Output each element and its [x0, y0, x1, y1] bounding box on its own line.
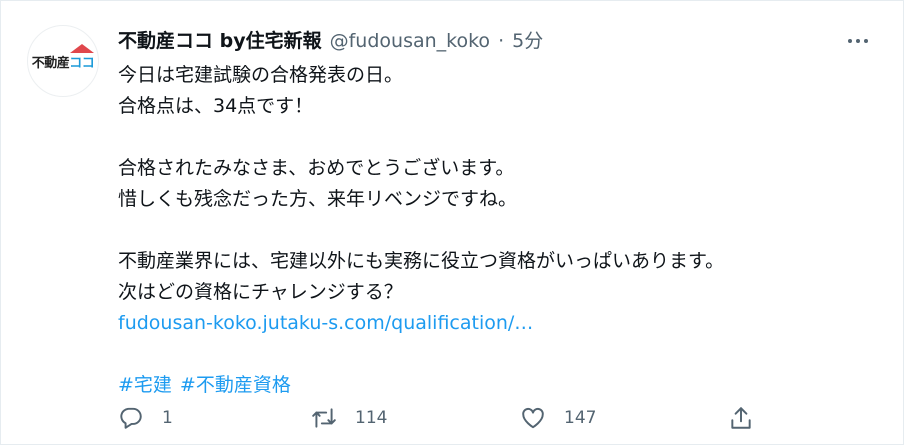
tweet-link[interactable]: fudousan-koko.jutaku-s.com/qualification… — [118, 312, 533, 334]
share-icon — [731, 407, 751, 429]
reply-count: 1 — [162, 408, 173, 428]
retweet-button[interactable]: 114 — [311, 405, 387, 431]
logo-text-a: 不動産 — [31, 55, 70, 71]
separator: · — [498, 30, 505, 52]
heart-icon — [522, 407, 544, 429]
more-options-button[interactable] — [843, 27, 873, 55]
tweet-header: 不動産ココ by住宅新報 @fudousan_koko · 5分 — [118, 27, 543, 55]
action-bar: 1 114 147 — [118, 405, 758, 437]
share-button[interactable] — [728, 405, 754, 431]
tweet-card[interactable]: 不動産 ココ 不動産ココ by住宅新報 @fudousan_koko · 5分 … — [0, 0, 904, 445]
more-icon — [848, 39, 852, 43]
reply-icon — [120, 407, 142, 429]
tweet-line: 合格点は、34点です！ — [118, 95, 314, 117]
tweet-line: 今日は宅建試験の合格発表の日。 — [118, 64, 404, 86]
tweet-text: 今日は宅建試験の合格発表の日。 合格点は、34点です！ 合格されたみなさま、おめ… — [118, 60, 878, 401]
tweet-line: 次はどの資格にチャレンジする？ — [118, 281, 403, 303]
timestamp[interactable]: 5分 — [512, 27, 543, 55]
logo-text-b: ココ — [69, 43, 95, 71]
retweet-icon — [312, 408, 336, 428]
avatar[interactable]: 不動産 ココ — [27, 25, 99, 97]
like-button[interactable]: 147 — [520, 405, 596, 431]
handle[interactable]: @fudousan_koko — [330, 27, 490, 55]
account-logo: 不動産 ココ — [31, 43, 95, 71]
tweet-line: 不動産業界には、宅建以外にも実務に役立つ資格がいっぱいあります。 — [118, 250, 725, 272]
tweet-line: 惜しくも残念だった方、来年リベンジですね。 — [118, 188, 518, 210]
reply-button[interactable]: 1 — [118, 405, 173, 431]
hashtag-link[interactable]: #不動産資格 — [180, 374, 291, 396]
like-count: 147 — [564, 408, 597, 428]
hashtag-link[interactable]: #宅建 — [118, 374, 172, 396]
tweet-line: 合格されたみなさま、おめでとうございます。 — [118, 157, 515, 179]
house-roof-icon — [70, 43, 95, 53]
retweet-count: 114 — [355, 408, 388, 428]
display-name[interactable]: 不動産ココ by住宅新報 — [118, 27, 322, 55]
